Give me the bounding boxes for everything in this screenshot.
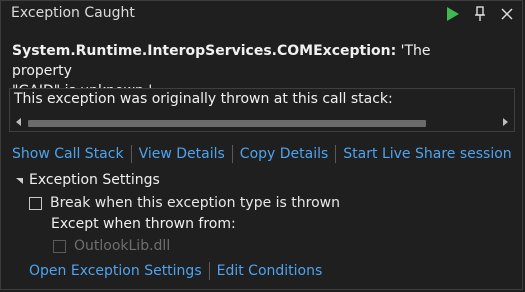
window-title: Exception Caught [11, 5, 135, 21]
exception-type: System.Runtime.InteropServices.COMExcept… [12, 43, 397, 59]
exception-settings-label: Exception Settings [29, 172, 160, 188]
call-stack-text: This exception was originally thrown at … [14, 91, 393, 107]
except-when-label: Except when thrown from: [51, 216, 236, 232]
module-exclusion-label: OutlookLib.dll [74, 238, 171, 254]
action-links: Show Call Stack View Details Copy Detail… [12, 144, 512, 164]
close-button[interactable] [496, 3, 518, 25]
show-call-stack-link[interactable]: Show Call Stack [12, 146, 124, 162]
module-exclusion-row: OutlookLib.dll [53, 238, 170, 254]
live-share-link[interactable]: Start Live Share session [343, 146, 511, 162]
caret-down-icon [13, 174, 25, 186]
copy-details-link[interactable]: Copy Details [240, 146, 329, 162]
divider [335, 145, 337, 163]
pin-icon [475, 6, 485, 21]
call-stack-box[interactable]: This exception was originally thrown at … [9, 88, 515, 132]
play-icon [447, 7, 459, 21]
divider [208, 262, 210, 280]
horizontal-scrollbar[interactable] [10, 113, 514, 131]
settings-links: Open Exception Settings Edit Conditions [29, 262, 322, 280]
close-icon [501, 8, 513, 20]
divider [130, 145, 132, 163]
divider [231, 145, 233, 163]
break-when-thrown-checkbox[interactable] [29, 196, 42, 210]
module-exclusion-checkbox [53, 239, 66, 253]
break-when-thrown-row[interactable]: Break when this exception type is thrown [29, 195, 340, 211]
scrollbar-thumb[interactable] [28, 120, 426, 127]
edit-conditions-link[interactable]: Edit Conditions [217, 263, 323, 279]
view-details-link[interactable]: View Details [139, 146, 225, 162]
chevron-right-icon[interactable] [499, 116, 511, 128]
continue-button[interactable] [442, 3, 464, 25]
break-when-thrown-label: Break when this exception type is thrown [50, 195, 340, 211]
exception-settings-header[interactable]: Exception Settings [13, 172, 160, 188]
title-bar: Exception Caught [1, 1, 522, 27]
chevron-left-icon[interactable] [13, 116, 25, 128]
pin-button[interactable] [469, 3, 491, 25]
open-exception-settings-link[interactable]: Open Exception Settings [29, 263, 202, 279]
exception-helper-panel: Exception Caught System.Runtime.InteropS… [0, 0, 523, 290]
